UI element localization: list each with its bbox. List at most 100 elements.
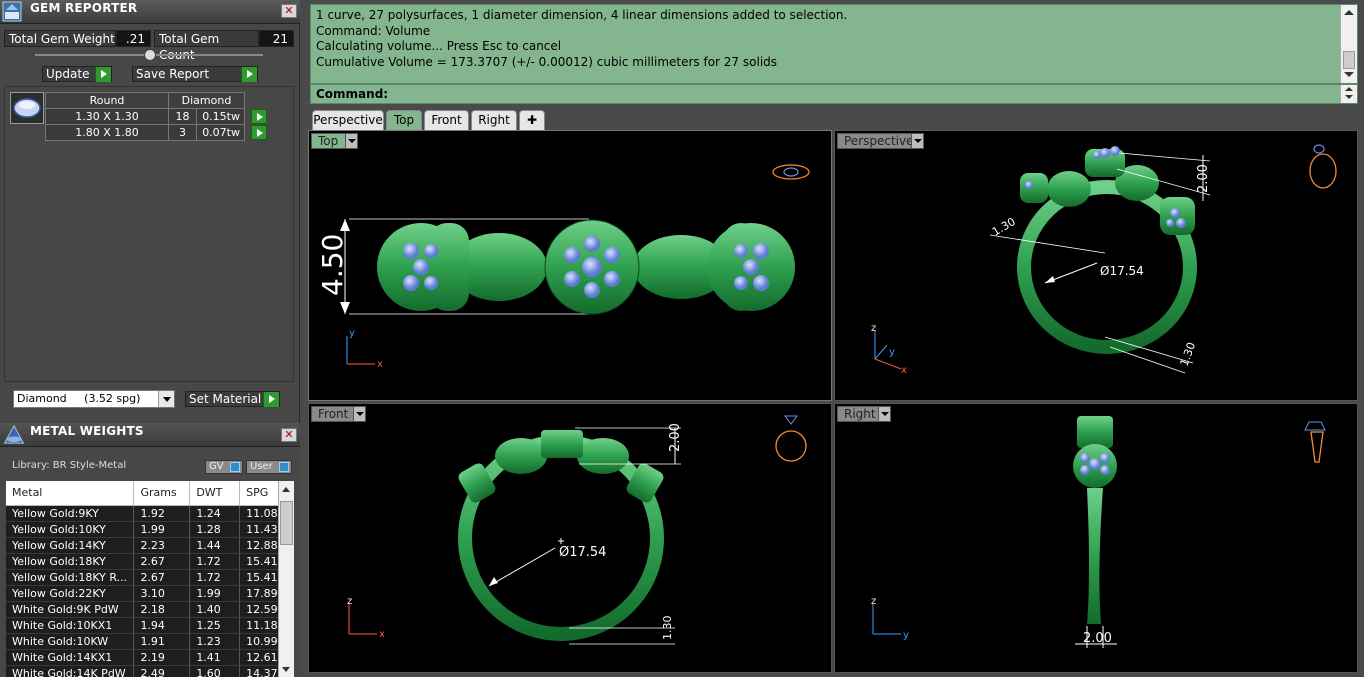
viewport-front[interactable]: Front 2.00 Ø17.54 1.30 zx <box>308 403 832 673</box>
metal-dwt: 1.60 <box>189 665 241 677</box>
gem-count: 3 <box>168 124 197 141</box>
tab-top[interactable]: Top <box>386 110 422 130</box>
gem-weight: 0.07tw <box>196 124 245 141</box>
command-prompt: Command: <box>316 87 389 101</box>
column-header[interactable]: Grams <box>133 481 191 506</box>
add-tab-button[interactable]: ✚ <box>519 110 545 130</box>
command-history: 1 curve, 27 polysurfaces, 1 diameter dim… <box>310 4 1358 84</box>
metal-grams: 2.19 <box>133 649 191 666</box>
viewport-top[interactable]: Top 4.50 y x <box>308 130 832 401</box>
gv-toggle[interactable]: GV <box>205 460 243 474</box>
toggle-icon <box>230 462 240 472</box>
svg-text:z: z <box>871 323 876 334</box>
metal-dwt: 1.40 <box>189 601 241 618</box>
metal-dwt: 1.25 <box>189 617 241 634</box>
chevron-down-icon[interactable] <box>158 391 174 407</box>
material-select[interactable]: Diamond (3.52 spg) <box>13 390 175 408</box>
right-view-render: 2.00 z y <box>871 416 1326 648</box>
svg-text:y: y <box>903 630 909 641</box>
metal-grams: 2.23 <box>133 537 191 554</box>
svg-text:z: z <box>871 596 876 607</box>
metal-table-scrollbar[interactable] <box>278 481 294 677</box>
table-row[interactable]: White Gold:14K PdW 2.49 1.60 14.37 <box>6 665 294 677</box>
update-button[interactable]: Update <box>42 66 112 82</box>
metal-weights-icon <box>3 424 25 444</box>
scroll-up-icon[interactable] <box>1344 10 1354 15</box>
table-row[interactable]: White Gold:10KW 1.91 1.23 10.99 <box>6 633 294 650</box>
metal-name: Yellow Gold:9KY <box>6 505 135 522</box>
scroll-down-icon[interactable] <box>1345 95 1353 99</box>
set-material-button[interactable]: Set Material <box>185 391 280 407</box>
metal-table: Metal Grams DWT SPG Yellow Gold:9KY 1.92 1… <box>6 481 294 677</box>
select-row-button[interactable] <box>251 109 267 124</box>
play-icon <box>263 392 279 407</box>
table-row[interactable]: White Gold:14KX1 2.19 1.41 12.61 <box>6 649 294 666</box>
command-line[interactable]: Command: <box>310 84 1358 104</box>
metal-dwt: 1.72 <box>189 553 241 570</box>
splitter-handle-icon[interactable] <box>144 49 156 61</box>
metal-name: White Gold:9K PdW <box>6 601 135 618</box>
dimension-label: 2.00 <box>1083 631 1112 646</box>
toggle-icon <box>279 462 289 472</box>
metal-name: White Gold:10KX1 <box>6 617 135 634</box>
save-report-button[interactable]: Save Report <box>132 66 258 82</box>
table-row[interactable]: 1.30 X 1.30 18 0.15tw <box>45 108 245 125</box>
select-row-button[interactable] <box>251 125 267 140</box>
table-row[interactable]: 1.80 X 1.80 3 0.07tw <box>45 124 245 141</box>
metal-grams: 2.67 <box>133 569 191 586</box>
svg-text:z: z <box>347 596 352 607</box>
metal-grams: 2.67 <box>133 553 191 570</box>
metal-weights-title: METAL WEIGHTS <box>30 424 144 438</box>
user-label: User <box>250 461 273 472</box>
total-gem-weight-value: .21 <box>116 30 151 47</box>
scroll-up-icon[interactable] <box>1345 87 1353 91</box>
table-row[interactable]: Yellow Gold:14KY 2.23 1.44 12.88 <box>6 537 294 554</box>
svg-text:y: y <box>889 347 895 358</box>
column-header[interactable]: Metal <box>6 481 135 506</box>
scroll-up-icon[interactable] <box>282 487 290 492</box>
tab-right[interactable]: Right <box>471 110 517 130</box>
gem-shape-header: Round <box>45 92 169 109</box>
scroll-thumb[interactable] <box>1343 51 1355 69</box>
command-history-scrollbar[interactable] <box>1340 5 1357 83</box>
table-row[interactable]: White Gold:10KX1 1.94 1.25 11.18 <box>6 617 294 634</box>
viewport-right[interactable]: Right 2.00 zy <box>834 403 1358 673</box>
metal-dwt: 1.44 <box>189 537 241 554</box>
command-line-scrollbar[interactable] <box>1340 85 1357 103</box>
perspective-view-render: 2.00 1.30 Ø17.54 1.30 z yx <box>871 144 1337 376</box>
table-row[interactable]: Yellow Gold:18KY R... 2.67 1.72 15.41 <box>6 569 294 586</box>
close-icon[interactable]: ✕ <box>281 428 297 442</box>
tab-front[interactable]: Front <box>424 110 469 130</box>
svg-text:x: x <box>377 359 383 370</box>
dimension-label: 2.00 <box>1196 164 1211 193</box>
scroll-down-icon[interactable] <box>282 667 290 672</box>
svg-text:y: y <box>349 328 355 339</box>
viewport-perspective[interactable]: Perspective 2.00 1.30 Ø17.54 1.30 zyx <box>834 130 1358 401</box>
table-row[interactable]: Yellow Gold:18KY 2.67 1.72 15.41 <box>6 553 294 570</box>
gem-reporter-titlebar: GEM REPORTER ✕ <box>0 0 300 24</box>
table-row[interactable]: Yellow Gold:22KY 3.10 1.99 17.89 <box>6 585 294 602</box>
metal-weights-titlebar: METAL WEIGHTS ✕ <box>0 423 300 447</box>
close-icon[interactable]: ✕ <box>281 4 297 18</box>
scroll-down-icon[interactable] <box>1344 72 1354 77</box>
history-line: 1 curve, 27 polysurfaces, 1 diameter dim… <box>316 8 848 22</box>
metal-dwt: 1.41 <box>189 649 241 666</box>
table-row[interactable]: Yellow Gold:10KY 1.99 1.28 11.43 <box>6 521 294 538</box>
round-gem-icon[interactable] <box>10 92 44 124</box>
metal-grams: 1.99 <box>133 521 191 538</box>
dimension-label: 2.00 <box>668 423 683 452</box>
scroll-thumb[interactable] <box>280 501 293 545</box>
metal-grams: 3.10 <box>133 585 191 602</box>
save-report-label: Save Report <box>136 67 210 81</box>
gem-reporter-title: GEM REPORTER <box>30 1 138 15</box>
metal-name: Yellow Gold:14KY <box>6 537 135 554</box>
svg-text:x: x <box>379 629 385 640</box>
table-row[interactable]: Yellow Gold:9KY 1.92 1.24 11.08 <box>6 505 294 522</box>
material-select-value: Diamond (3.52 spg) <box>17 392 141 405</box>
column-header[interactable]: DWT <box>189 481 241 506</box>
tab-perspective[interactable]: Perspective <box>312 110 384 130</box>
total-gem-count-label: Total Gem Count <box>154 30 259 62</box>
gv-label: GV <box>209 461 224 472</box>
table-row[interactable]: White Gold:9K PdW 2.18 1.40 12.59 <box>6 601 294 618</box>
user-toggle[interactable]: User <box>246 460 292 474</box>
